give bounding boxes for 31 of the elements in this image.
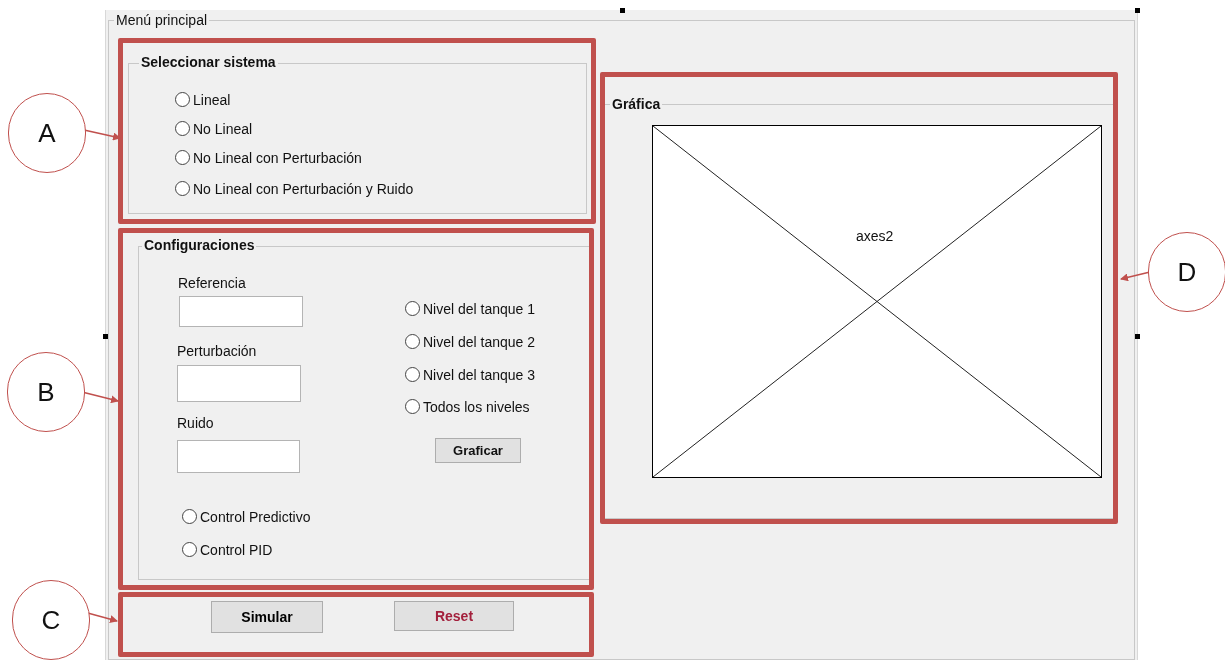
radio-button[interactable]: Nivel del tanque 1 xyxy=(405,301,536,316)
resize-handle[interactable] xyxy=(1135,8,1140,13)
field-label: Perturbación xyxy=(177,344,257,358)
axes-placeholder[interactable]: axes2 xyxy=(652,125,1102,478)
action-button[interactable]: Reset xyxy=(394,601,514,631)
field-label: Ruido xyxy=(177,416,214,430)
resize-handle[interactable] xyxy=(620,8,625,13)
radio-button[interactable]: Nivel del tanque 3 xyxy=(405,367,536,382)
radio-button[interactable]: No Lineal xyxy=(175,121,253,136)
arrow xyxy=(1120,271,1151,282)
radio-button[interactable]: Nivel del tanque 2 xyxy=(405,334,536,349)
resize-handle[interactable] xyxy=(103,334,108,339)
panel-title: Gráfica xyxy=(610,97,663,111)
panel-title: Configuraciones xyxy=(142,238,257,252)
radio-button[interactable]: No Lineal con Perturbación y Ruido xyxy=(175,181,414,196)
radio-button[interactable]: No Lineal con Perturbación xyxy=(175,150,362,165)
resize-handle[interactable] xyxy=(1135,334,1140,339)
input-field[interactable] xyxy=(177,440,300,473)
radio-button[interactable]: Lineal xyxy=(175,92,231,107)
window-title: Menú principal xyxy=(114,13,210,27)
radio-button[interactable]: Todos los niveles xyxy=(405,399,530,414)
panel-title: Seleccionar sistema xyxy=(139,55,278,69)
graph-button[interactable]: Graficar xyxy=(435,438,521,463)
radio-button[interactable]: Control PID xyxy=(182,542,273,557)
radio-button[interactable]: Control Predictivo xyxy=(182,509,311,524)
arrow xyxy=(83,129,121,141)
field-label: Referencia xyxy=(178,276,246,290)
action-button[interactable]: Simular xyxy=(211,601,323,633)
input-field[interactable] xyxy=(177,365,301,402)
input-field[interactable] xyxy=(179,296,303,327)
axes-label: axes2 xyxy=(856,229,894,243)
